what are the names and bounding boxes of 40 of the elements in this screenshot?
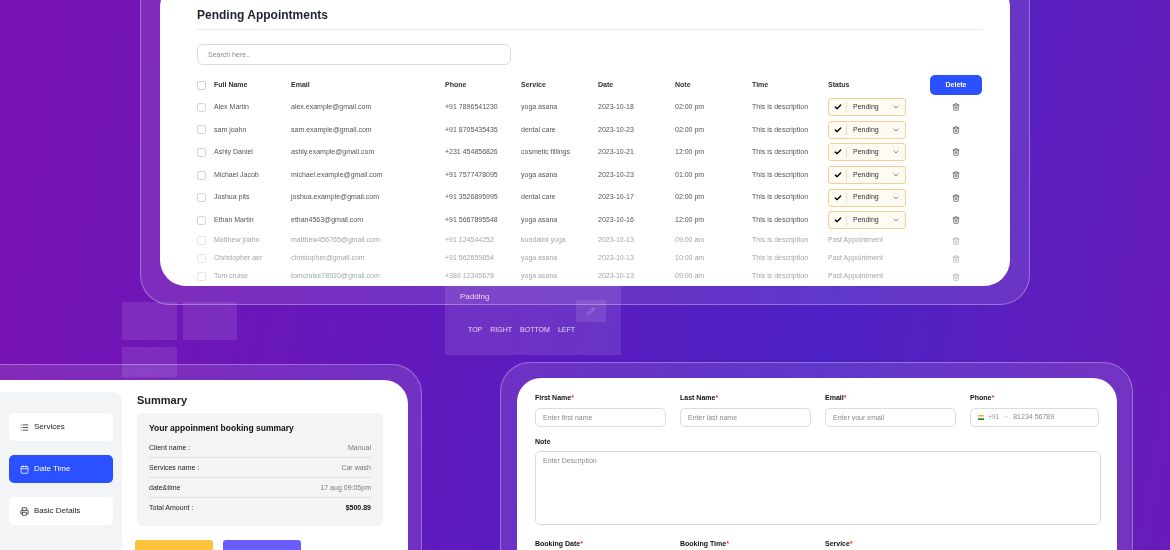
sidebar-item[interactable]: Date Time: [9, 455, 113, 483]
checkbox[interactable]: [197, 125, 206, 135]
check-icon: [834, 125, 842, 134]
checkbox[interactable]: [197, 170, 206, 180]
checkbox[interactable]: [197, 254, 206, 264]
check-icon: [834, 103, 842, 112]
summary-title: Summary: [137, 393, 189, 408]
checkbox[interactable]: [197, 193, 206, 203]
checkbox[interactable]: [197, 80, 206, 90]
caret-icon: [1003, 414, 1010, 420]
check-icon: [834, 216, 842, 225]
panel-title: Pending Appointments: [197, 8, 329, 22]
trash-icon[interactable]: [952, 171, 960, 180]
faint-tile: [122, 302, 177, 340]
checkbox[interactable]: [197, 272, 206, 282]
sidebar-item[interactable]: Services: [9, 413, 113, 441]
flag-icon: [978, 413, 985, 421]
check-icon: [834, 193, 842, 202]
trash-icon[interactable]: [952, 254, 960, 263]
printer-icon: [20, 506, 29, 516]
list-icon: [20, 422, 29, 432]
sidebar-item[interactable]: Basic Details: [9, 497, 113, 525]
summary-box-title: Your appoinment booking summary: [149, 421, 295, 435]
trash-icon[interactable]: [952, 193, 960, 202]
checkbox[interactable]: [197, 148, 206, 157]
faint-tile: [183, 302, 237, 340]
trash-icon[interactable]: [952, 148, 960, 157]
checkbox[interactable]: [197, 102, 206, 112]
trash-icon[interactable]: [952, 272, 960, 281]
check-icon: [834, 148, 842, 157]
pencil-icon: [587, 307, 595, 315]
trash-icon[interactable]: [952, 103, 960, 112]
checkbox[interactable]: [197, 236, 206, 246]
trash-icon[interactable]: [952, 125, 960, 134]
faint-label: Padding: [460, 291, 491, 303]
calendar-icon: [20, 464, 29, 474]
checkbox[interactable]: [197, 215, 206, 225]
trash-icon[interactable]: [952, 216, 960, 225]
trash-icon[interactable]: [952, 236, 960, 245]
check-icon: [834, 171, 842, 180]
